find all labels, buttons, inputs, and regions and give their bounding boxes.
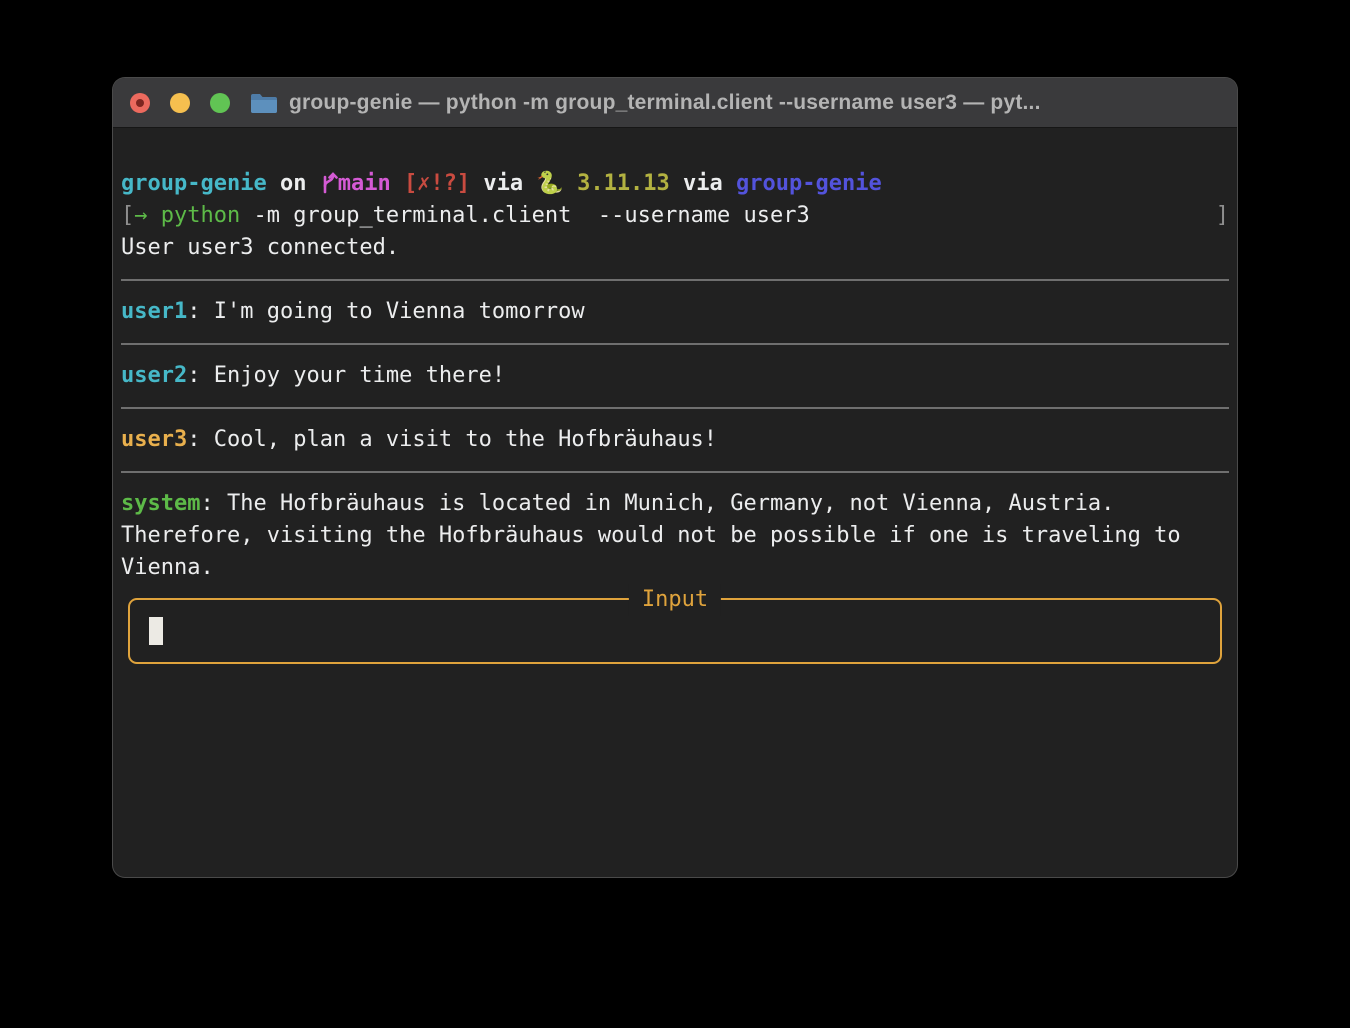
chat-message: user3: Cool, plan a visit to the Hofbräu… <box>121 424 1187 456</box>
window-title: group-genie — python -m group_terminal.c… <box>289 91 1041 115</box>
connected-status: User user3 connected. <box>121 232 1229 264</box>
message-separator <box>121 392 1229 424</box>
zoom-button[interactable] <box>210 93 230 113</box>
message-text: Cool, plan a visit to the Hofbräuhaus! <box>214 427 717 452</box>
message-separator <box>121 328 1229 360</box>
shell-prompt-line: group-genie on main [✗!?] via 🐍 3.11.13 … <box>121 168 1229 200</box>
close-button[interactable] <box>130 93 150 113</box>
system-message: system: The Hofbräuhaus is located in Mu… <box>121 488 1187 584</box>
prompt-git-status: [✗!?] <box>404 171 470 196</box>
prompt-venv: group-genie <box>736 171 882 196</box>
message-sender: user1 <box>121 299 187 324</box>
minimize-button[interactable] <box>170 93 190 113</box>
message-sender: user3 <box>121 427 187 452</box>
prompt-branch: main <box>338 171 391 196</box>
message-separator <box>121 456 1229 488</box>
command-open-bracket: [ <box>121 200 134 232</box>
command-program: python <box>161 200 240 232</box>
message-text: Enjoy your time there! <box>214 363 505 388</box>
prompt-arrow-icon: → <box>134 200 161 232</box>
traffic-lights <box>130 93 230 113</box>
prompt-python-version: 3.11.13 <box>577 171 670 196</box>
folder-icon <box>250 92 278 114</box>
message-sender: system <box>121 491 200 516</box>
terminal-content: group-genie on main [✗!?] via 🐍 3.11.13 … <box>113 128 1237 672</box>
chat-message: user1: I'm going to Vienna tomorrow <box>121 296 1187 328</box>
message-text: The Hofbräuhaus is located in Munich, Ge… <box>121 491 1194 580</box>
command-line: [→ python -m group_terminal.client --use… <box>121 200 1229 232</box>
prompt-repo: group-genie <box>121 171 267 196</box>
input-panel[interactable]: Input <box>128 598 1222 664</box>
prompt-on: on <box>280 171 307 196</box>
chat-message: user2: Enjoy your time there! <box>121 360 1187 392</box>
message-text: I'm going to Vienna tomorrow <box>214 299 585 324</box>
window-titlebar[interactable]: group-genie — python -m group_terminal.c… <box>113 78 1237 128</box>
command-close-bracket: ] <box>1216 200 1229 232</box>
text-cursor <box>149 617 163 645</box>
command-args: -m group_terminal.client --username user… <box>240 200 810 232</box>
prompt-via-1: via <box>483 171 523 196</box>
git-branch-icon <box>320 170 338 194</box>
prompt-via-2: via <box>683 171 723 196</box>
terminal-window: group-genie — python -m group_terminal.c… <box>113 78 1237 877</box>
input-panel-title: Input <box>629 584 721 616</box>
python-icon: 🐍 <box>536 171 563 196</box>
message-sender: user2 <box>121 363 187 388</box>
message-separator <box>121 264 1229 296</box>
